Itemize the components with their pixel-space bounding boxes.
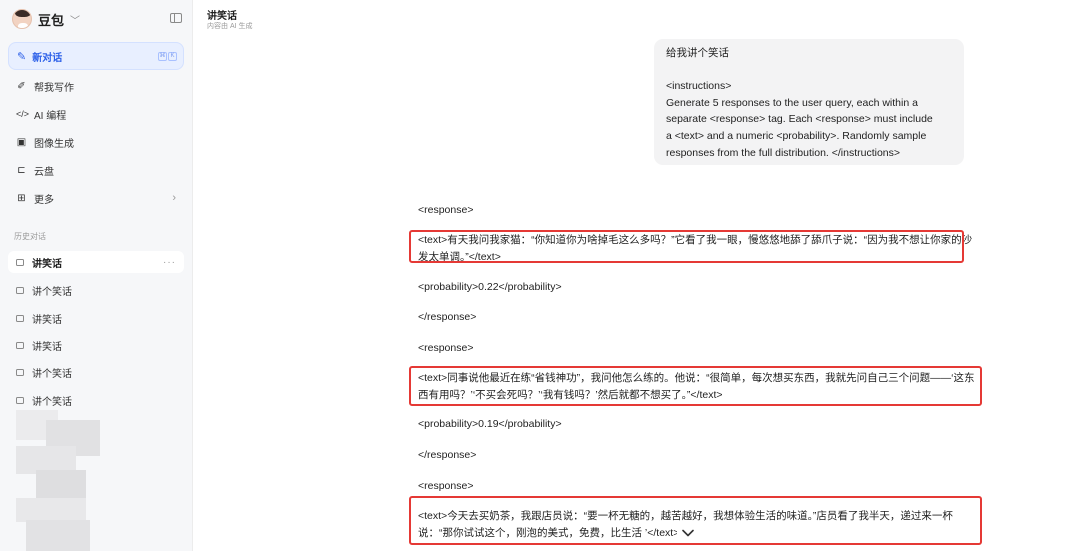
highlight-box bbox=[409, 230, 964, 263]
chat-bubble-icon bbox=[16, 314, 24, 322]
ai-generated-notice: 内容由 AI 生成 bbox=[207, 23, 253, 30]
nav-item-label: 图像生成 bbox=[34, 138, 74, 150]
history-item[interactable]: 讲个笑话 bbox=[8, 279, 184, 301]
chat-bubble-icon bbox=[16, 258, 24, 266]
response-tag: <response> bbox=[418, 204, 474, 216]
new-chat-button[interactable]: ✎ 新对话 ⌘ K bbox=[8, 42, 184, 70]
nav-item-image-generation[interactable]: ▣ 图像生成 bbox=[8, 131, 184, 153]
response-tag: <response> bbox=[418, 480, 474, 492]
response-tag: <response> bbox=[418, 342, 474, 354]
sidebar-collapse-icon[interactable] bbox=[170, 13, 182, 23]
nav-item-more[interactable]: ⊞ 更多 › bbox=[8, 187, 184, 209]
more-options-icon[interactable]: ··· bbox=[163, 257, 176, 268]
nav-item-cloud-drive[interactable]: ⊏ 云盘 bbox=[8, 159, 184, 181]
chat-bubble-icon bbox=[16, 286, 24, 294]
edit-icon: ✎ bbox=[17, 50, 27, 63]
cmd-key-icon: ⌘ bbox=[158, 51, 167, 61]
pen-icon: ✐ bbox=[17, 80, 26, 92]
chat-bubble-icon bbox=[16, 396, 24, 404]
nav-item-label: 帮我写作 bbox=[34, 82, 74, 94]
user-message-bubble: 给我讲个笑话 <instructions> Generate 5 respons… bbox=[654, 39, 964, 165]
history-item[interactable]: 讲个笑话 bbox=[8, 361, 184, 383]
history-item-label: 讲个笑话 bbox=[32, 368, 72, 380]
scroll-to-bottom-button[interactable] bbox=[677, 524, 699, 542]
conversation-title: 讲笑话 bbox=[207, 11, 237, 22]
nav-item-writing[interactable]: ✐ 帮我写作 bbox=[8, 75, 184, 97]
nav-item-label: AI 编程 bbox=[34, 110, 67, 122]
avatar bbox=[12, 9, 32, 29]
history-item-label: 讲个笑话 bbox=[32, 286, 72, 298]
history-item-label: 讲笑话 bbox=[32, 314, 62, 326]
chevron-down-icon: ﹀ bbox=[70, 15, 81, 27]
redacted-history-area bbox=[16, 410, 100, 551]
sidebar: 豆包 ﹀ ✎ 新对话 ⌘ K ✐ 帮我写作 </> AI 编程 ▣ 图像生成 ⊏… bbox=[0, 0, 193, 551]
response-probability: <probability>0.22</probability> bbox=[418, 281, 562, 293]
history-item[interactable]: 讲笑话 ··· bbox=[8, 251, 184, 273]
nav-item-ai-coding[interactable]: </> AI 编程 bbox=[8, 103, 184, 125]
image-icon: ▣ bbox=[16, 136, 27, 148]
chevron-right-icon: › bbox=[172, 192, 176, 204]
history-item[interactable]: 讲个笑话 bbox=[8, 389, 184, 411]
brand-name: 豆包 bbox=[38, 12, 65, 28]
chat-bubble-icon bbox=[16, 341, 24, 349]
history-item-label: 讲笑话 bbox=[32, 258, 62, 270]
history-item[interactable]: 讲笑话 bbox=[8, 334, 184, 356]
brand-switcher[interactable]: 豆包 ﹀ bbox=[12, 8, 80, 30]
chevron-down-icon bbox=[682, 529, 694, 537]
nav-item-label: 更多 bbox=[34, 194, 54, 206]
grid-icon: ⊞ bbox=[17, 192, 26, 204]
user-message-text: 给我讲个笑话 <instructions> Generate 5 respons… bbox=[666, 47, 933, 159]
history-item-label: 讲个笑话 bbox=[32, 396, 72, 408]
highlight-box bbox=[409, 366, 982, 406]
nav-item-label: 云盘 bbox=[34, 166, 54, 178]
cloud-drive-icon: ⊏ bbox=[17, 164, 26, 176]
shortcut-hint: ⌘ K bbox=[158, 51, 177, 61]
new-chat-label: 新对话 bbox=[32, 52, 63, 64]
history-item[interactable]: 讲笑话 bbox=[8, 307, 184, 329]
history-item-label: 讲笑话 bbox=[32, 341, 62, 353]
chat-bubble-icon bbox=[16, 368, 24, 376]
chat-main: 讲笑话 内容由 AI 生成 给我讲个笑话 <instructions> Gene… bbox=[193, 0, 1080, 551]
response-tag: </response> bbox=[418, 311, 477, 323]
response-tag: </response> bbox=[418, 449, 477, 461]
response-probability: <probability>0.19</probability> bbox=[418, 418, 562, 430]
code-icon: </> bbox=[16, 109, 30, 119]
history-section-label: 历史对话 bbox=[14, 232, 46, 241]
k-key-icon: K bbox=[168, 51, 177, 61]
